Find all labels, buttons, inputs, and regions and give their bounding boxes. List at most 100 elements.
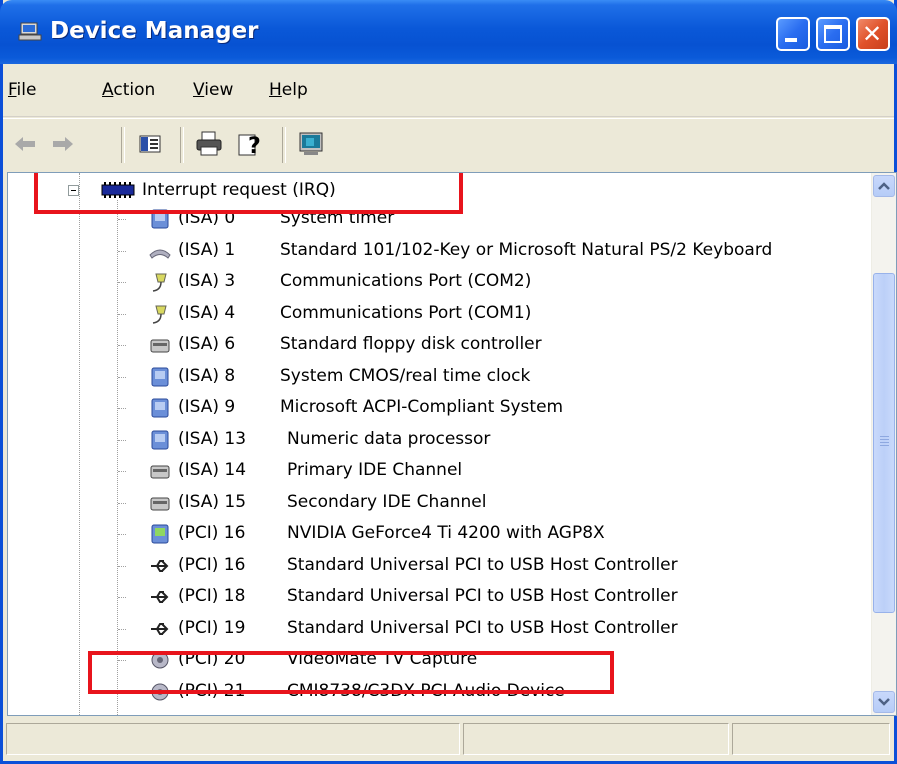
device-name: System CMOS/real time clock [280, 365, 531, 386]
irq-bus-number: (ISA) 1 [178, 239, 236, 260]
tree-item[interactable]: (ISA) 9 Microsoft ACPI-Compliant System [8, 393, 868, 424]
toolbar: ? [3, 118, 894, 171]
maximize-icon [824, 25, 842, 43]
tree-item[interactable]: (ISA) 1 Standard 101/102-Key or Microsoft… [8, 236, 868, 267]
help-button[interactable]: ? [233, 127, 267, 161]
tree-item[interactable]: (ISA) 8 System CMOS/real time clock [8, 362, 868, 393]
scroll-down-button[interactable] [873, 691, 895, 713]
tree-branch-line [118, 313, 126, 315]
maximize-button[interactable] [816, 17, 850, 51]
tree-branch-line [118, 408, 126, 409]
device-name: Communications Port (COM2) [280, 271, 532, 291]
tree-branch-line [118, 471, 126, 472]
tree-branch-line [118, 250, 126, 252]
title-bar[interactable]: Device Manager ✕ [0, 0, 897, 64]
menu-view-rest: iew [204, 80, 234, 100]
tree-item[interactable]: (ISA) 14 Primary IDE Channel [8, 456, 868, 487]
window-title: Device Manager [50, 18, 259, 44]
scroll-grip [880, 436, 889, 437]
device-name: Secondary IDE Channel [287, 491, 487, 512]
menu-help[interactable]: Help [269, 80, 308, 100]
toolbar-separator [121, 127, 125, 163]
minimize-button[interactable] [776, 17, 810, 51]
device-manager-window: Device Manager ✕ File Action View Help ?… [0, 0, 897, 764]
menu-bar: File Action View Help [3, 64, 894, 117]
irq-bus-number: (PCI) 19 [178, 617, 246, 638]
tree-item[interactable]: (ISA) 13 Numeric data processor [8, 425, 868, 456]
irq-bus-number: (ISA) 13 [178, 428, 247, 449]
print-button[interactable] [192, 127, 226, 161]
back-button[interactable] [9, 127, 43, 161]
menu-help-rest: elp [281, 80, 308, 100]
irq-bus-number: (ISA) 14 [178, 460, 247, 480]
print-icon [196, 131, 222, 156]
status-bar [3, 718, 894, 761]
device-name: Communications Port (COM1) [280, 302, 532, 323]
tree-item[interactable]: (PCI) 16 Standard Universal PCI to USB Ho… [8, 551, 868, 582]
tree-branch-line [118, 597, 126, 598]
irq-bus-number: (ISA) 4 [178, 302, 236, 323]
tree-branch-line [118, 534, 126, 535]
device-name: Standard Universal PCI to USB Host Contr… [287, 586, 678, 606]
help-icon: ? [238, 134, 261, 159]
vertical-scrollbar[interactable] [871, 173, 896, 715]
port-icon [152, 273, 167, 292]
computer-icon [18, 22, 42, 41]
device-tree[interactable]: Interrupt request (IRQ) (ISA) 0 System ti… [7, 172, 897, 716]
menu-action-accel: A [102, 80, 114, 100]
tree-branch-line [118, 345, 126, 346]
tree-item[interactable]: (ISA) 4 Communications Port (COM1) [8, 299, 868, 330]
tree-branch-line [118, 282, 126, 283]
device-name: Standard floppy disk controller [280, 334, 542, 354]
irq-bus-number: (ISA) 6 [178, 334, 236, 354]
forward-arrow-icon [53, 137, 73, 151]
tree-item[interactable]: (ISA) 3 Communications Port (COM2) [8, 267, 868, 298]
scan-hardware-icon [299, 132, 323, 155]
status-panel-main [6, 723, 460, 755]
close-button[interactable]: ✕ [856, 17, 890, 51]
forward-button[interactable] [45, 127, 79, 161]
tree-item[interactable]: (ISA) 15 Secondary IDE Channel [8, 488, 868, 519]
system-device-icon [151, 367, 169, 386]
device-name: Standard Universal PCI to USB Host Contr… [287, 554, 678, 575]
tree-branch-line [118, 219, 126, 220]
status-panel-2 [463, 723, 729, 755]
scroll-thumb[interactable] [873, 273, 895, 613]
irq-bus-number: (PCI) 16 [178, 523, 246, 543]
chevron-down-icon [878, 698, 890, 706]
back-arrow-icon [15, 137, 35, 151]
display-adapter-icon [151, 524, 169, 544]
menu-view-accel: V [193, 80, 205, 100]
tree-branch-line [118, 502, 126, 504]
tree-item[interactable]: (PCI) 19 Standard Universal PCI to USB Ho… [8, 614, 868, 645]
toolbar-separator [180, 127, 184, 163]
menu-file[interactable]: File [8, 80, 36, 100]
device-name: Standard 101/102-Key or Microsoft Natura… [280, 239, 773, 260]
controller-icon [150, 465, 170, 479]
properties-pane-icon [139, 135, 161, 153]
device-name: Microsoft ACPI-Compliant System [280, 397, 564, 417]
irq-bus-number: (PCI) 16 [178, 554, 246, 575]
scan-hardware-button[interactable] [294, 127, 328, 161]
properties-button[interactable] [133, 127, 167, 161]
menu-action[interactable]: Action [102, 80, 155, 100]
tree-branch-line [118, 565, 126, 567]
toolbar-separator [282, 127, 286, 163]
system-device-icon [151, 398, 169, 418]
irq-bus-number: (ISA) 9 [178, 397, 236, 417]
usb-icon [151, 591, 169, 603]
menu-file-accel: F [8, 80, 17, 100]
tree-item[interactable]: (ISA) 6 Standard floppy disk controller [8, 330, 868, 361]
highlight-box-videomate [88, 651, 614, 694]
scroll-grip [880, 442, 889, 443]
menu-view[interactable]: View [193, 80, 233, 100]
tree-item[interactable]: (PCI) 16 NVIDIA GeForce4 Ti 4200 with AGP… [8, 519, 868, 550]
port-icon [152, 305, 167, 324]
usb-icon [151, 622, 169, 635]
minimize-icon [785, 38, 797, 42]
scroll-up-button[interactable] [873, 175, 895, 197]
device-name: NVIDIA GeForce4 Ti 4200 with AGP8X [287, 523, 605, 543]
menu-file-rest: ile [16, 80, 37, 100]
tree-item[interactable]: (PCI) 18 Standard Universal PCI to USB Ho… [8, 582, 868, 613]
highlight-box-irq [34, 173, 463, 214]
